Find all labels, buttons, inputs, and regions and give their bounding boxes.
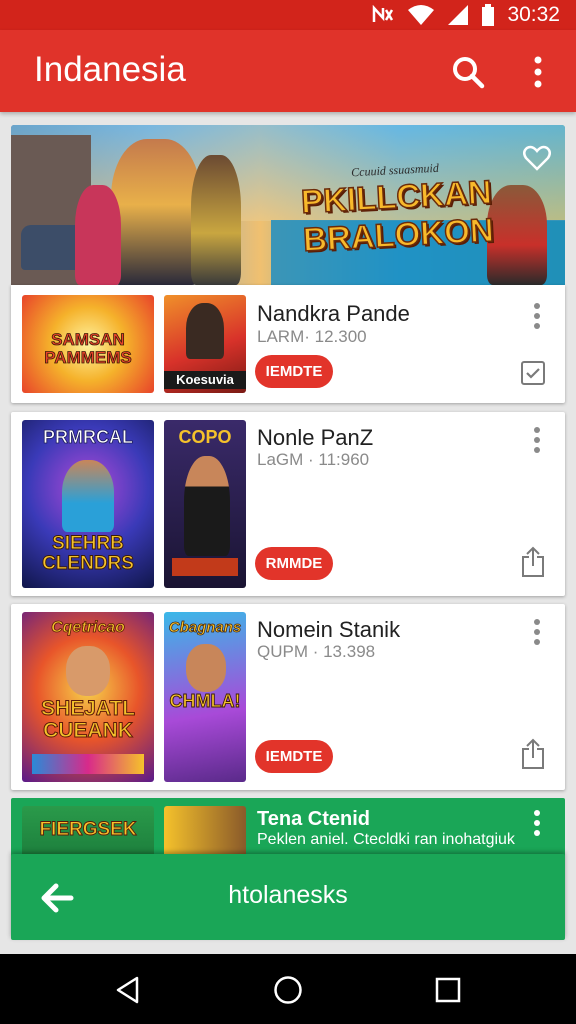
item-more-button[interactable]: [525, 617, 549, 647]
list-item[interactable]: Cqetricao SHEJATL CUEANK Cbagnans CHMLA!…: [11, 604, 565, 790]
app-bar: Indanesia: [0, 30, 576, 112]
character-illustration: [191, 155, 241, 285]
nfc-icon: [371, 5, 395, 25]
thumbnail[interactable]: FIERGSEK: [22, 806, 154, 858]
more-vert-icon: [534, 303, 540, 329]
thumbnail[interactable]: Cbagnans CHMLA!: [164, 612, 246, 782]
item-title: Nonle PanZ: [257, 425, 374, 450]
search-icon: [453, 57, 485, 89]
list-item[interactable]: PRMRCAL SIEHRB CLENDRS COPO Nonle PanZ L…: [11, 412, 565, 596]
thumbnail[interactable]: COPO: [164, 420, 246, 588]
bottom-action-bar[interactable]: htolanesks: [11, 854, 565, 940]
character-illustration: [75, 185, 121, 285]
bottom-bar-label: htolanesks: [228, 881, 348, 909]
item-action-button[interactable]: RMMDE: [255, 547, 333, 580]
nav-recents-icon: [435, 977, 461, 1003]
character-illustration: [111, 139, 201, 285]
thumbnail[interactable]: [164, 806, 246, 858]
heart-outline-icon: [523, 145, 551, 171]
signal-icon: [447, 4, 469, 26]
overflow-menu-icon: [534, 56, 542, 88]
nav-back-button[interactable]: [110, 972, 146, 1008]
thumbnail[interactable]: PRMRCAL SIEHRB CLENDRS: [22, 420, 154, 588]
nav-home-button[interactable]: [270, 972, 306, 1008]
item-check-button[interactable]: [519, 357, 547, 389]
item-description: Peklen aniel. Ctecldki ran inohatgiuk: [257, 831, 515, 848]
checkbox-icon: [521, 361, 545, 385]
item-subtitle: LaGM · 11:960: [257, 450, 370, 469]
share-icon: [522, 546, 544, 577]
more-vert-icon: [534, 427, 540, 453]
wifi-icon: [407, 4, 435, 26]
thumbnail[interactable]: SAMSAN PAMMEMS: [22, 295, 154, 393]
app-title: Indanesia: [34, 50, 186, 89]
share-icon: [522, 738, 544, 769]
item-more-button[interactable]: [525, 301, 549, 331]
item-share-button[interactable]: [519, 738, 547, 770]
item-action-button[interactable]: IEMDTE: [255, 355, 333, 388]
list-item[interactable]: FIERGSEK Tena Ctenid Peklen aniel. Ctecl…: [11, 798, 565, 858]
status-bar: 30:32: [0, 0, 576, 30]
nav-home-icon: [274, 976, 302, 1004]
status-time: 30:32: [507, 3, 560, 26]
item-more-button[interactable]: [525, 425, 549, 455]
thumbnail[interactable]: Koesuvia: [164, 295, 246, 393]
item-subtitle: LARM· 12.300: [257, 327, 367, 346]
item-action-button[interactable]: IEMDTE: [255, 740, 333, 773]
more-vert-icon: [534, 619, 540, 645]
thumbnail[interactable]: Cqetricao SHEJATL CUEANK: [22, 612, 154, 782]
content-list[interactable]: Ccuuid ssuasmuid PKILLCKAN BRALOKON SAMS…: [0, 112, 576, 954]
item-share-button[interactable]: [519, 546, 547, 578]
system-nav-bar: [0, 954, 576, 1024]
item-title: Nandkra Pande: [257, 301, 410, 326]
more-vert-icon: [534, 810, 540, 836]
nav-back-icon: [116, 976, 139, 1004]
hero-title: Ccuuid ssuasmuid PKILLCKAN BRALOKON: [299, 160, 495, 259]
item-subtitle: QUPM · 13.398: [257, 642, 376, 661]
list-item[interactable]: SAMSAN PAMMEMS Koesuvia Nandkra Pande LA…: [11, 285, 565, 403]
battery-icon: [481, 4, 495, 26]
hero-banner[interactable]: Ccuuid ssuasmuid PKILLCKAN BRALOKON: [11, 125, 565, 285]
item-title: Nomein Stanik: [257, 617, 401, 642]
nav-recents-button[interactable]: [430, 972, 466, 1008]
overflow-menu-button[interactable]: [518, 52, 558, 92]
item-title: Tena Ctenid: [257, 808, 370, 830]
search-button[interactable]: [448, 52, 488, 92]
favorite-button[interactable]: [523, 145, 551, 176]
item-more-button[interactable]: [525, 808, 549, 838]
